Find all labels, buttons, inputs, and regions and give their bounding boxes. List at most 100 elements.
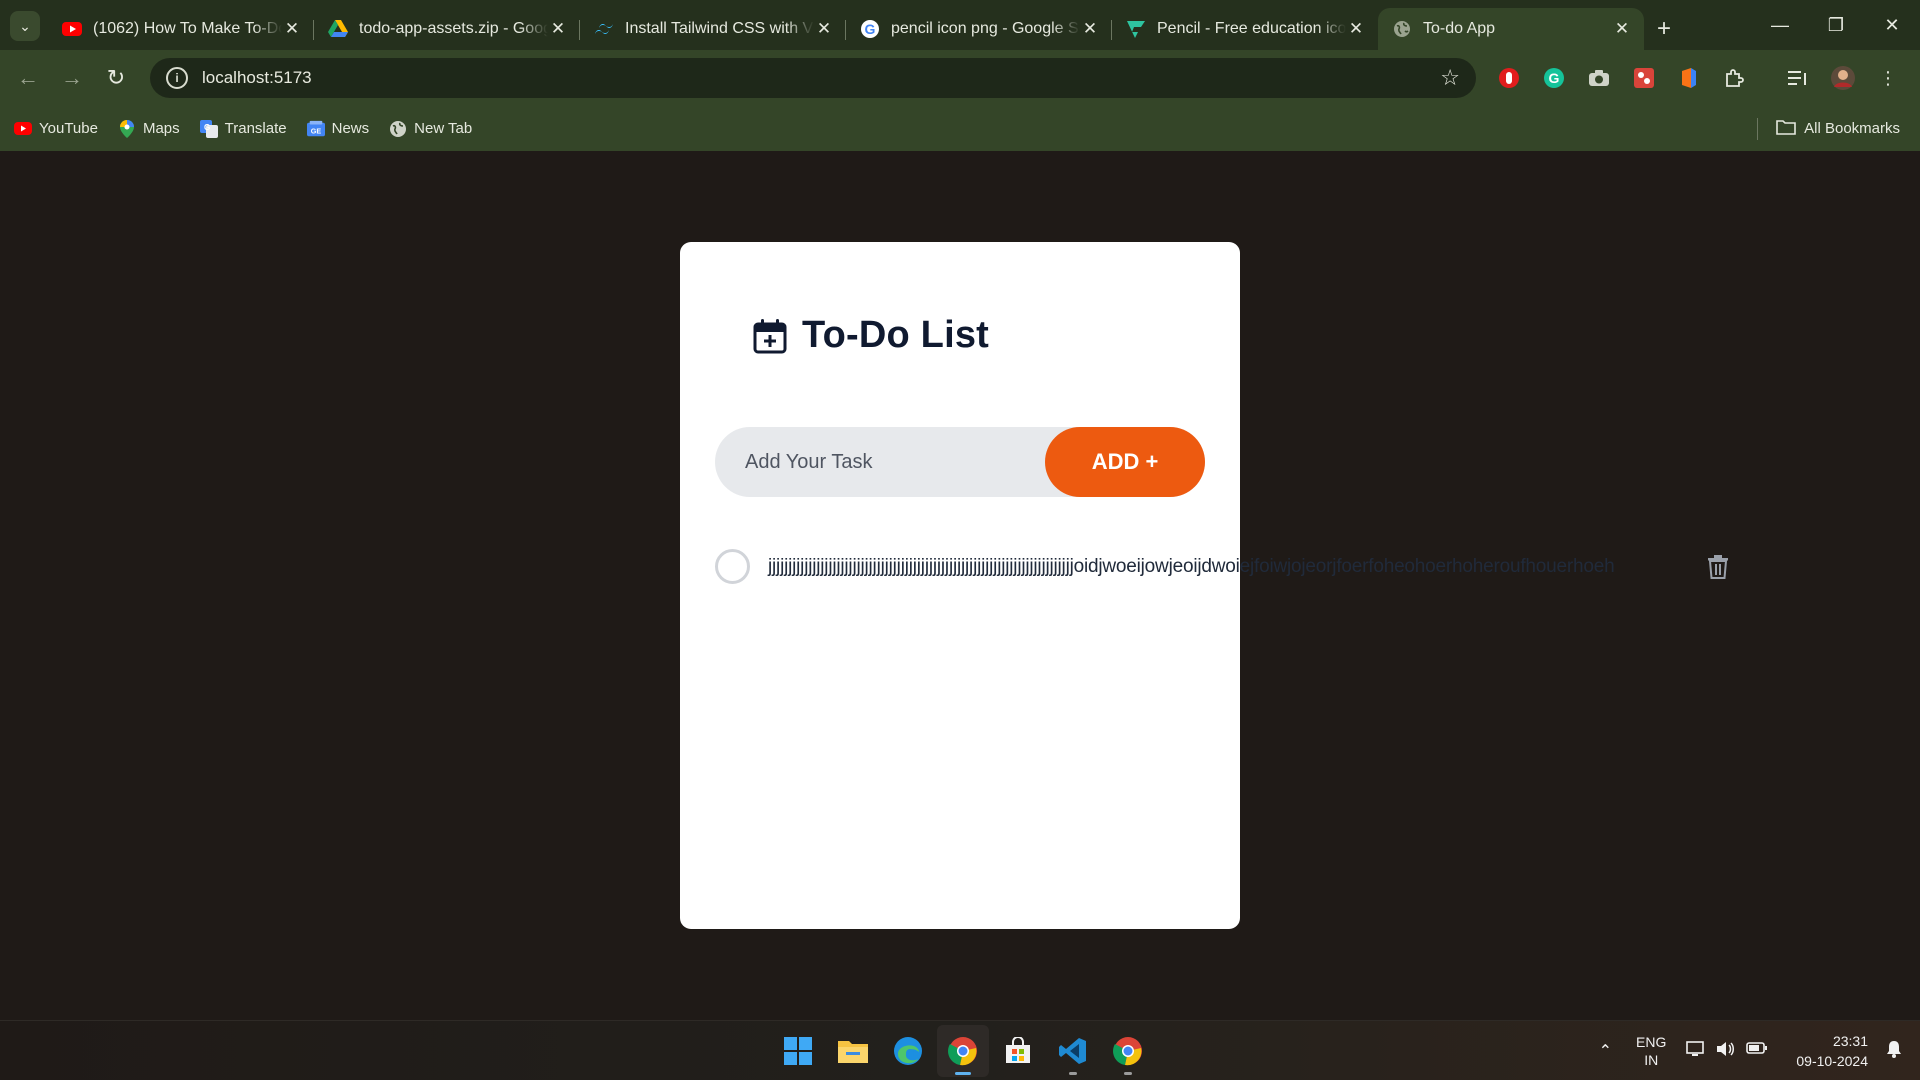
flaticon-icon (1126, 19, 1146, 39)
taskbar-chrome-2[interactable] (1102, 1025, 1154, 1077)
extension-red-hand-icon[interactable] (1491, 60, 1527, 96)
back-button[interactable]: ← (6, 56, 50, 100)
tab-title: To-do App (1423, 20, 1496, 37)
bookmark-label: News (331, 120, 370, 137)
task-input-row: ADD + (715, 427, 1205, 497)
maps-icon (118, 119, 136, 138)
page-title: To-Do List (802, 314, 990, 356)
new-tab-button[interactable]: + (1644, 8, 1684, 50)
bookmark-translate[interactable]: G Translate (199, 119, 287, 138)
close-icon[interactable]: ✕ (814, 19, 834, 39)
news-icon: GE (306, 120, 325, 138)
close-icon[interactable]: ✕ (548, 19, 568, 39)
grammarly-icon[interactable]: G (1536, 60, 1572, 96)
start-button[interactable] (772, 1025, 824, 1077)
taskbar-file-explorer[interactable] (827, 1025, 879, 1077)
chrome-icon (1113, 1037, 1142, 1066)
window-controls: — ❐ ✕ (1752, 0, 1920, 50)
globe-icon (389, 120, 407, 138)
add-task-button[interactable]: ADD + (1045, 427, 1205, 497)
all-bookmarks[interactable]: All Bookmarks (1757, 106, 1900, 151)
chevron-up-icon[interactable]: ⌃ (1599, 1041, 1612, 1061)
trash-icon[interactable] (1707, 555, 1729, 579)
browser-tab[interactable]: Install Tailwind CSS with Vite ✕ (580, 8, 846, 50)
windows-start-icon (784, 1037, 812, 1065)
close-icon[interactable]: ✕ (1346, 19, 1366, 39)
windows-taskbar: ⌃ ENG IN 23:31 09-10-2024 (0, 1020, 1920, 1080)
extensions-puzzle-icon[interactable] (1716, 60, 1752, 96)
bookmark-star-icon[interactable]: ☆ (1440, 65, 1460, 91)
language-label: ENG (1636, 1034, 1667, 1050)
microsoft-store-icon (1006, 1037, 1030, 1063)
calendar-plus-icon (753, 318, 787, 353)
taskbar-store[interactable] (992, 1025, 1044, 1077)
todo-card: To-Do List ADD + jjjjjjjjjjjjjjjjjjjjjjj… (680, 242, 1728, 929)
extension-puzzle-red-icon[interactable] (1626, 60, 1662, 96)
taskbar-apps (772, 1025, 1157, 1077)
date-label: 09-10-2024 (1796, 1053, 1868, 1069)
bookmark-label: Translate (224, 120, 287, 137)
bookmarks-bar: YouTube Maps G Translate GE News New Tab… (0, 106, 1920, 151)
browser-tab[interactable]: (1062) How To Make To-Do List Using HTML… (48, 8, 314, 50)
system-icons[interactable] (1686, 1040, 1778, 1063)
plus-icon: + (1656, 15, 1671, 42)
browser-tab[interactable]: G pencil icon png - Google Search ✕ (846, 8, 1112, 50)
minimize-icon[interactable]: — (1752, 0, 1808, 50)
browser-tab[interactable]: Pencil - Free education icons ✕ (1112, 8, 1378, 50)
close-icon[interactable]: ✕ (1612, 19, 1632, 39)
browser-toolbar: ← → ↻ i localhost:5173 ☆ G ⋮ (0, 50, 1920, 106)
edge-icon (894, 1037, 922, 1065)
media-control-icon[interactable] (1780, 60, 1816, 96)
task-checkbox[interactable] (715, 549, 750, 584)
bookmark-label: Maps (142, 120, 180, 137)
notification-bell-icon[interactable] (1886, 1040, 1902, 1063)
tailwind-icon (594, 19, 614, 39)
taskbar-vscode[interactable] (1047, 1025, 1099, 1077)
svg-text:G: G (204, 123, 210, 132)
bookmark-maps[interactable]: Maps (118, 119, 180, 138)
reload-button[interactable]: ↻ (94, 56, 138, 100)
extension-orange-icon[interactable] (1671, 60, 1707, 96)
language-indicator[interactable]: ENG IN (1636, 1033, 1666, 1069)
camera-icon[interactable] (1581, 60, 1617, 96)
toolbar-right: ⋮ (1780, 60, 1915, 96)
network-icon (1686, 1040, 1706, 1063)
time-label: 23:31 (1832, 1033, 1868, 1049)
tab-title: Install Tailwind CSS with Vite (625, 20, 814, 37)
taskbar-chrome-active[interactable] (937, 1025, 989, 1077)
close-icon[interactable]: ✕ (1080, 19, 1100, 39)
bookmark-new-tab[interactable]: New Tab (389, 120, 472, 138)
close-icon[interactable]: ✕ (282, 19, 302, 39)
profile-avatar[interactable] (1825, 60, 1861, 96)
close-window-icon[interactable]: ✕ (1864, 0, 1920, 50)
svg-text:GE: GE (310, 126, 321, 135)
browser-tab[interactable]: todo-app-assets.zip - Google Drive ✕ (314, 8, 580, 50)
url-text: localhost:5173 (202, 68, 312, 87)
task-item: jjjjjjjjjjjjjjjjjjjjjjjjjjjjjjjjjjjjjjjj… (715, 547, 1755, 587)
restore-icon[interactable]: ❐ (1808, 0, 1864, 50)
site-info-icon[interactable]: i (166, 67, 188, 89)
file-explorer-icon (838, 1041, 868, 1063)
drive-icon (328, 19, 348, 39)
forward-button[interactable]: → (50, 56, 94, 100)
youtube-icon (14, 120, 32, 138)
region-label: IN (1644, 1052, 1659, 1068)
taskbar-edge[interactable] (882, 1025, 934, 1077)
bookmark-youtube[interactable]: YouTube (14, 120, 98, 138)
system-tray: ⌃ ENG IN 23:31 09-10-2024 (1599, 1021, 1920, 1080)
task-input[interactable] (715, 427, 1055, 497)
address-bar[interactable]: i localhost:5173 ☆ (150, 58, 1476, 98)
menu-kebab-icon[interactable]: ⋮ (1870, 60, 1906, 96)
bookmark-label: YouTube (39, 120, 98, 137)
tab-title: Pencil - Free education icons (1157, 20, 1346, 37)
task-text[interactable]: jjjjjjjjjjjjjjjjjjjjjjjjjjjjjjjjjjjjjjjj… (768, 556, 1615, 578)
browser-tab-active[interactable]: To-do App ✕ (1378, 8, 1644, 50)
bookmark-news[interactable]: GE News (306, 120, 370, 138)
clock[interactable]: 23:31 09-10-2024 (1796, 1031, 1868, 1071)
tab-title: todo-app-assets.zip - Google Drive (359, 20, 548, 37)
volume-icon (1716, 1040, 1736, 1063)
all-bookmarks-label: All Bookmarks (1804, 120, 1900, 137)
svg-text:G: G (865, 21, 876, 37)
tab-search-button[interactable]: ⌄ (10, 11, 40, 41)
folder-icon (1776, 119, 1796, 139)
